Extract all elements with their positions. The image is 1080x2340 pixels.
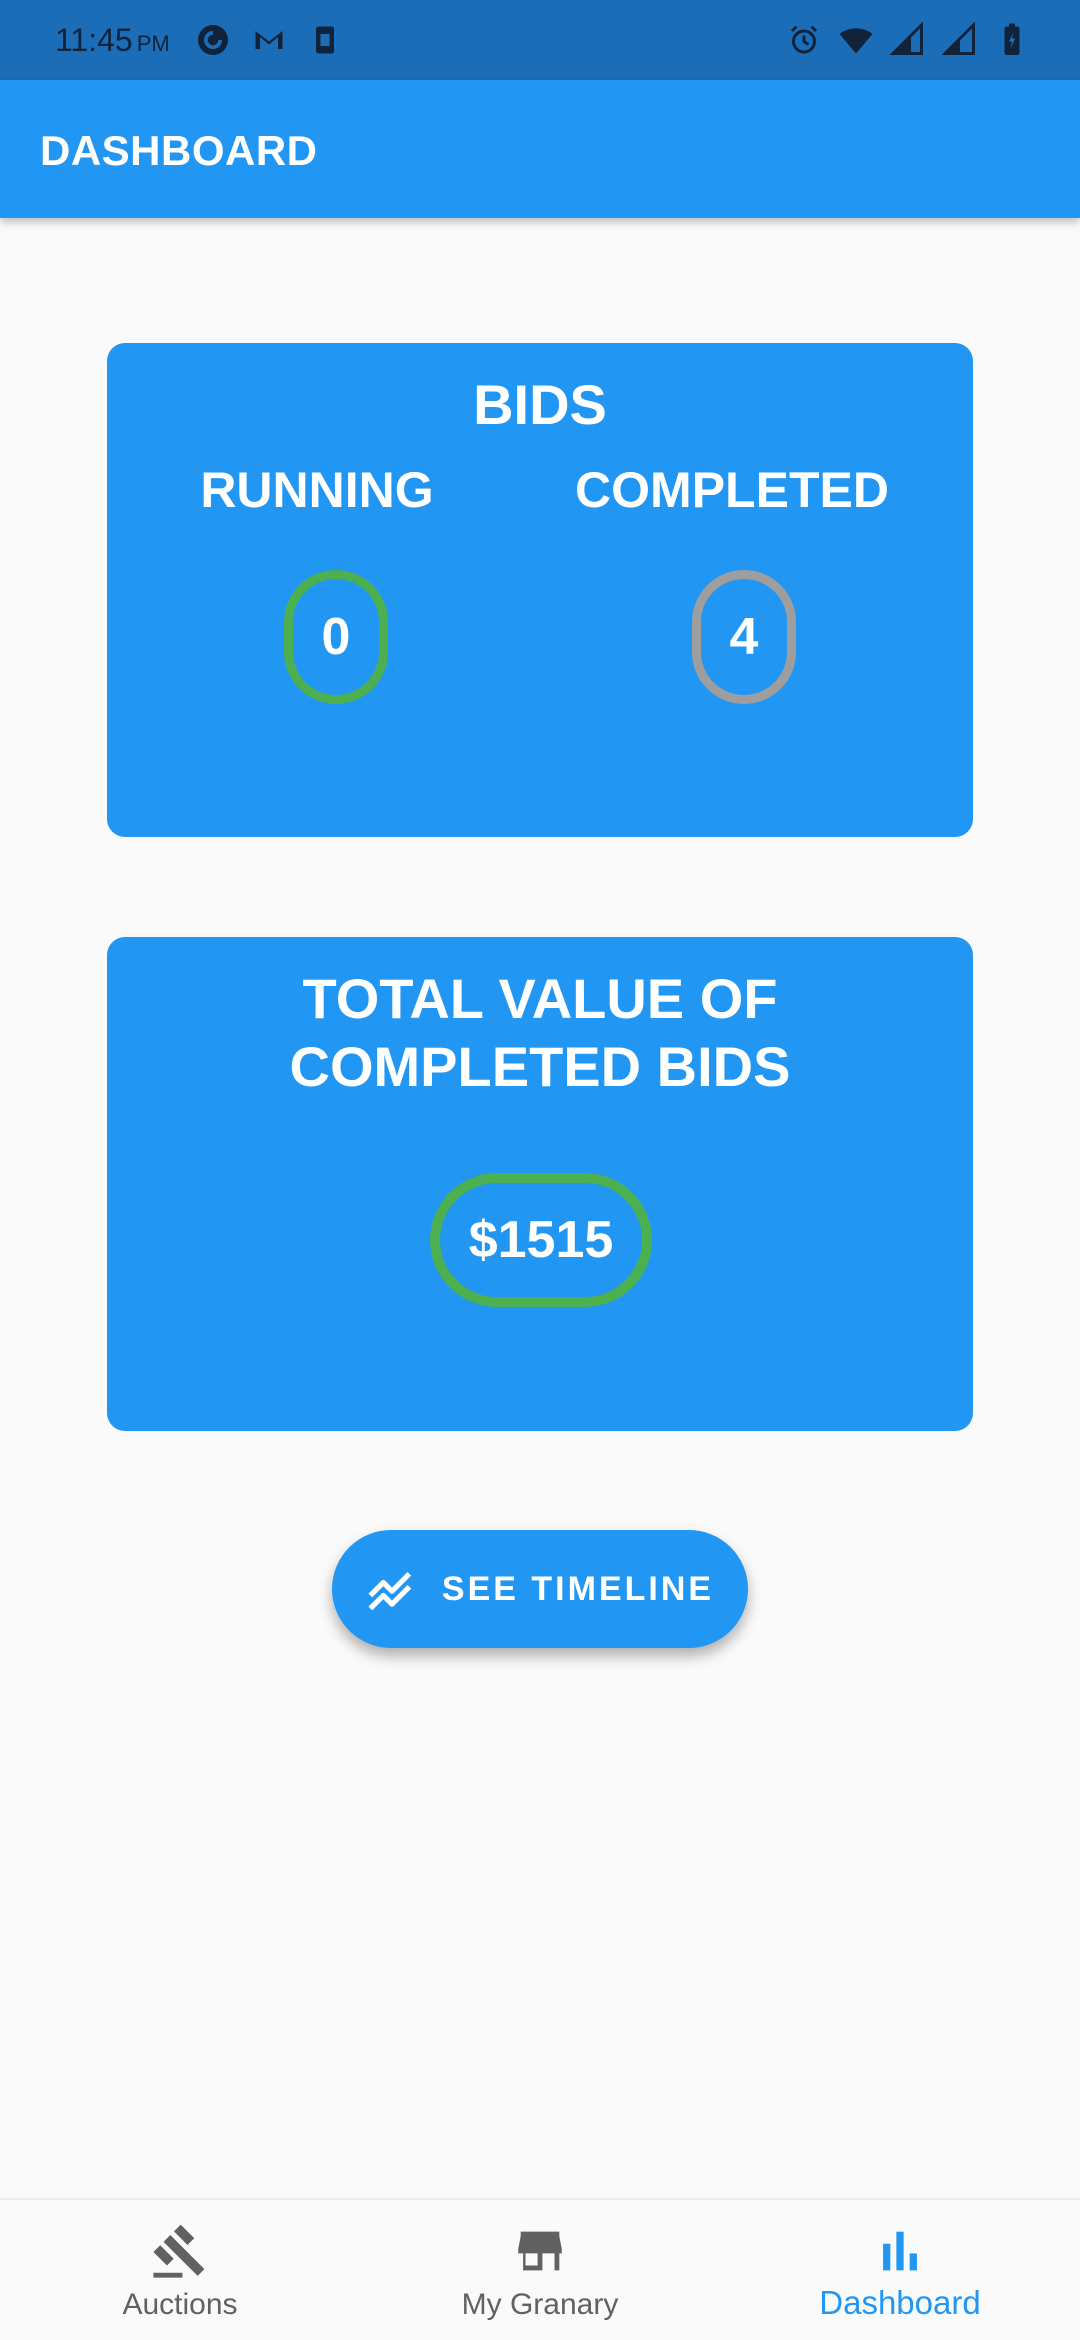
wifi-icon bbox=[839, 28, 873, 54]
gmail-icon bbox=[255, 31, 283, 49]
bottom-navigation: Auctions My Granary Dashboard bbox=[0, 2198, 1080, 2340]
alarm-icon bbox=[790, 25, 818, 54]
store-icon bbox=[518, 2231, 562, 2271]
bar-chart-icon bbox=[883, 2231, 917, 2271]
bids-card: BIDS RUNNING COMPLETED 0 4 bbox=[107, 343, 973, 837]
nav-label-dashboard: Dashboard bbox=[819, 2284, 981, 2321]
status-system-icons bbox=[786, 22, 1030, 58]
nav-label-my-granary: My Granary bbox=[461, 2288, 619, 2321]
status-time: 11:45 PM bbox=[55, 22, 170, 59]
sim-card-icon bbox=[316, 26, 334, 54]
app-bar: DASHBOARD bbox=[0, 80, 1080, 218]
signal-icon bbox=[890, 22, 923, 55]
bids-card-title: BIDS bbox=[473, 373, 607, 436]
running-count-badge: 0 bbox=[284, 570, 388, 704]
battery-icon bbox=[1004, 23, 1020, 55]
pocket-casts-icon bbox=[198, 25, 228, 55]
nav-item-dashboard[interactable]: Dashboard bbox=[720, 2200, 1080, 2340]
total-value-title: TOTAL VALUE OF COMPLETED BIDS bbox=[289, 967, 791, 1098]
total-value-badge: $1515 bbox=[430, 1173, 652, 1307]
screen: 11:45 PM DASHBOARD BIDS RUNNING COMPLETE… bbox=[0, 0, 1080, 2340]
running-label: RUNNING bbox=[200, 462, 434, 518]
status-time-value: 11:45 bbox=[55, 22, 133, 58]
completed-label: COMPLETED bbox=[575, 462, 889, 518]
see-timeline-label: SEE TIMELINE bbox=[441, 1569, 715, 1608]
completed-count-badge: 4 bbox=[692, 570, 796, 704]
status-bar: 11:45 PM bbox=[0, 0, 1080, 80]
page-title: DASHBOARD bbox=[40, 127, 318, 174]
nav-item-my-granary[interactable]: My Granary bbox=[360, 2200, 720, 2340]
nav-item-auctions[interactable]: Auctions bbox=[0, 2200, 360, 2340]
gavel-icon bbox=[153, 2224, 205, 2278]
total-value-card: TOTAL VALUE OF COMPLETED BIDS $1515 bbox=[107, 937, 973, 1431]
see-timeline-button[interactable]: SEE TIMELINE bbox=[332, 1530, 748, 1648]
status-notification-icons bbox=[195, 22, 343, 58]
status-time-ampm: PM bbox=[136, 31, 170, 56]
signal-icon bbox=[942, 22, 975, 55]
trending-icon bbox=[368, 1571, 412, 1611]
nav-label-auctions: Auctions bbox=[122, 2288, 238, 2321]
